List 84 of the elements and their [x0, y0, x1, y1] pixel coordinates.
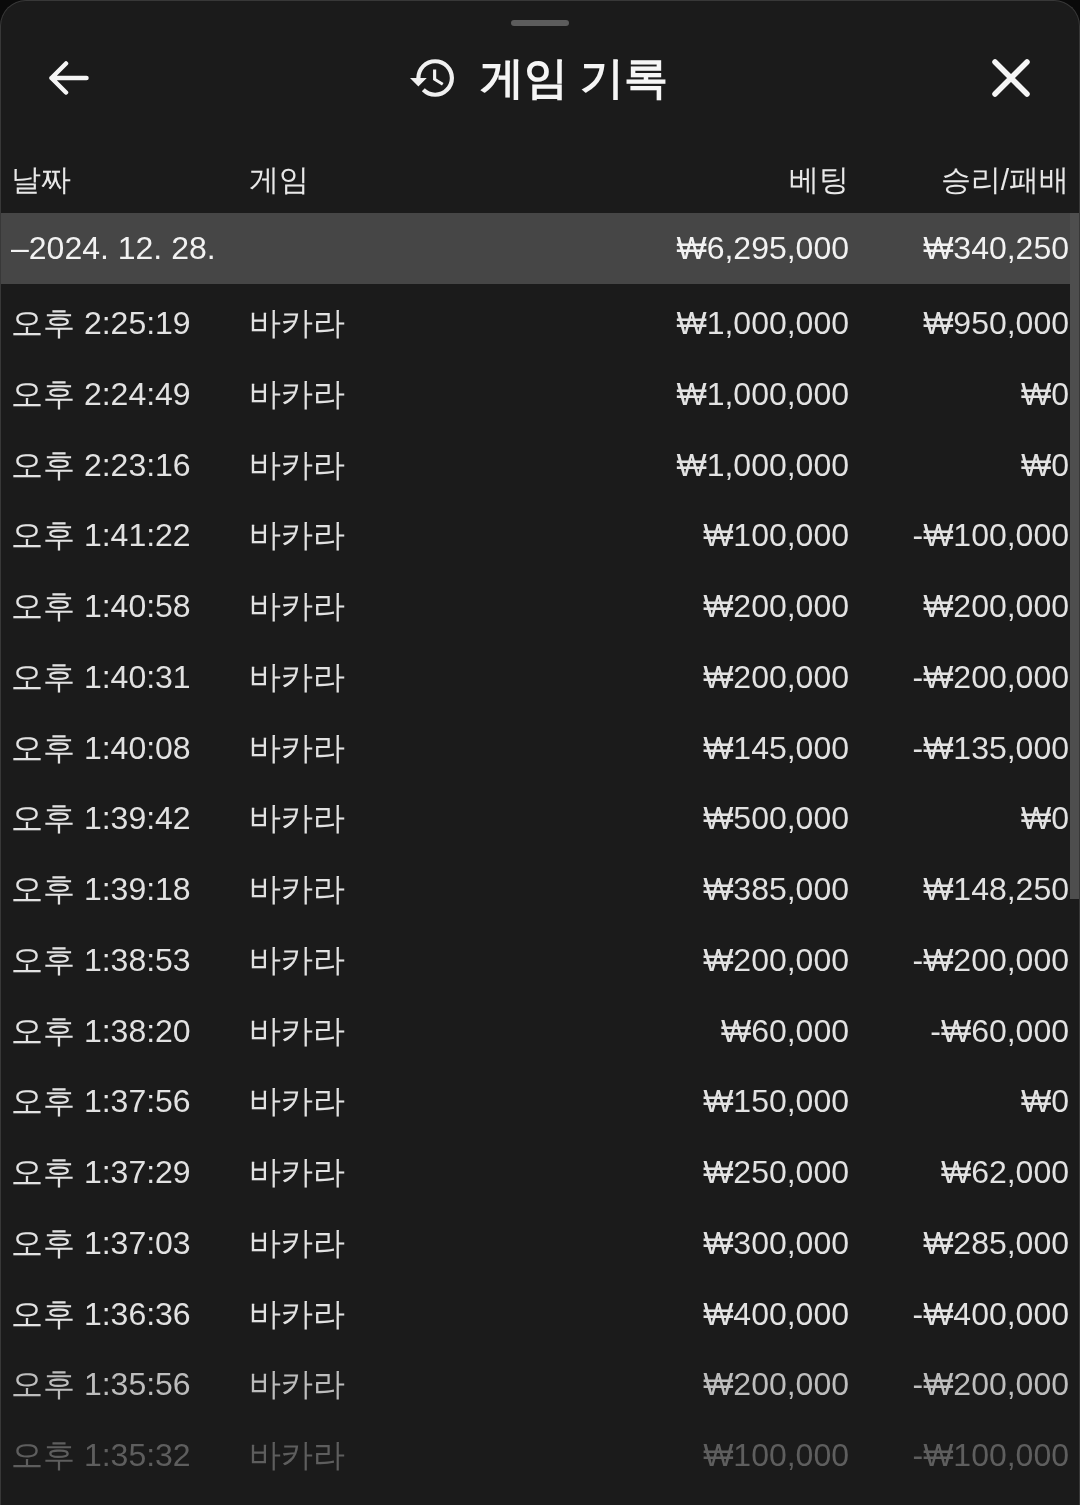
- column-header: 베팅: [789, 162, 849, 198]
- bet-cell: ₩300,000: [703, 1223, 849, 1263]
- game-cell-text: 바카라: [249, 1223, 346, 1263]
- result-cell: -₩200,000: [912, 657, 1069, 697]
- back-arrow-icon: [48, 61, 89, 95]
- column-header: 게임: [249, 162, 310, 198]
- time-cell-text: 오후 1:39:18: [11, 870, 192, 909]
- time-cell-text: 오후 2:23:16: [11, 445, 192, 485]
- game-cell-text: 바카라: [249, 657, 346, 697]
- close-button[interactable]: [992, 59, 1030, 97]
- date-group-label: –2024. 12. 28.: [11, 229, 217, 268]
- bet-cell: ₩1,000,000: [676, 304, 849, 343]
- bet-cell: ₩1,000,000: [676, 445, 849, 485]
- time-cell-text: 오후 1:37:29: [11, 1153, 192, 1192]
- result-cell: ₩285,000: [923, 1223, 1069, 1263]
- close-icon: [992, 59, 1030, 97]
- time-cell-text: 오후 1:40:08: [11, 728, 192, 768]
- date-group-row[interactable]: –2024. 12. 28. ₩6,295,000 ₩340,250: [1, 213, 1070, 284]
- bet-cell: ₩200,000: [703, 657, 849, 697]
- bet-cell: ₩250,000: [703, 1153, 849, 1192]
- bet-cell: ₩200,000: [703, 1365, 849, 1404]
- game-cell-text: 바카라: [249, 728, 346, 768]
- result-cell: ₩0: [1021, 1082, 1069, 1121]
- time-cell-text: 오후 1:37:56: [11, 1082, 192, 1121]
- time-cell-text: 오후 1:38:53: [11, 940, 192, 980]
- result-cell: ₩0: [1021, 445, 1069, 485]
- time-cell-text: 오후 1:41:22: [11, 516, 192, 555]
- column-header: 승리/패배: [940, 162, 1069, 198]
- game-cell-text: 바카라: [249, 587, 346, 626]
- bet-cell: ₩100,000: [703, 516, 849, 555]
- result-cell: ₩200,000: [923, 587, 1069, 626]
- time-cell-text: 오후 1:38:20: [11, 1011, 192, 1051]
- result-cell: ₩950,000: [923, 304, 1069, 343]
- history-icon: [409, 56, 454, 100]
- bet-cell: ₩200,000: [703, 940, 849, 980]
- game-cell-text: 바카라: [249, 870, 346, 909]
- bet-cell: ₩400,000: [703, 1294, 849, 1334]
- time-cell-text: 오후 1:39:42: [11, 799, 192, 838]
- time-cell-text: 오후 2:25:19: [11, 304, 192, 343]
- result-cell: ₩62,000: [940, 1153, 1069, 1192]
- time-cell-text: 오후 1:35:56: [11, 1365, 192, 1404]
- game-cell-text: 바카라: [249, 1153, 346, 1192]
- game-cell-text: 바카라: [249, 1436, 346, 1475]
- bet-cell: ₩500,000: [703, 799, 849, 838]
- time-cell-text: 오후 1:36:36: [11, 1294, 192, 1334]
- game-cell-text: 바카라: [249, 799, 346, 838]
- bet-cell: ₩150,000: [703, 1082, 849, 1121]
- result-cell: -₩100,000: [912, 1436, 1069, 1475]
- bet-cell: ₩60,000: [720, 1011, 849, 1051]
- time-cell-text: 오후 1:40:58: [11, 587, 192, 626]
- game-cell-text: 바카라: [249, 445, 346, 485]
- column-header: 날짜: [11, 162, 72, 198]
- group-result-total: ₩340,250: [923, 229, 1069, 268]
- result-cell: -₩200,000: [912, 1365, 1069, 1404]
- group-bet-total: ₩6,295,000: [676, 229, 849, 268]
- bet-cell: ₩200,000: [703, 587, 849, 626]
- game-cell-text: 바카라: [249, 374, 346, 414]
- sheet-title: 게임 기록: [479, 51, 669, 104]
- result-cell: -₩60,000: [930, 1011, 1069, 1051]
- result-cell: -₩400,000: [912, 1294, 1069, 1334]
- time-cell-text: 오후 1:37:03: [11, 1223, 192, 1263]
- game-cell-text: 바카라: [249, 516, 346, 555]
- game-cell-text: 바카라: [249, 1294, 346, 1334]
- result-cell: -₩200,000: [912, 940, 1069, 980]
- scrollbar-thumb[interactable]: [1070, 213, 1079, 899]
- result-cell: ₩0: [1021, 374, 1069, 414]
- result-cell: -₩100,000: [912, 516, 1069, 555]
- bet-cell: ₩1,000,000: [676, 374, 849, 414]
- time-cell-text: 오후 1:40:31: [11, 657, 192, 697]
- bet-cell: ₩385,000: [703, 870, 849, 909]
- game-cell-text: 바카라: [249, 304, 346, 343]
- bet-cell: ₩100,000: [703, 1436, 849, 1475]
- game-cell-text: 바카라: [249, 940, 346, 980]
- time-cell-text: 오후 1:35:32: [11, 1436, 192, 1475]
- game-cell-text: 바카라: [249, 1082, 346, 1121]
- back-button[interactable]: [48, 61, 89, 95]
- game-cell-text: 바카라: [249, 1011, 346, 1051]
- time-cell-text: 오후 2:24:49: [11, 374, 192, 414]
- bet-cell: ₩145,000: [703, 728, 849, 768]
- result-cell: -₩135,000: [912, 728, 1069, 768]
- result-cell: ₩0: [1021, 799, 1069, 838]
- result-cell: ₩148,250: [923, 870, 1069, 909]
- game-cell-text: 바카라: [249, 1365, 346, 1404]
- drag-handle[interactable]: [511, 20, 569, 26]
